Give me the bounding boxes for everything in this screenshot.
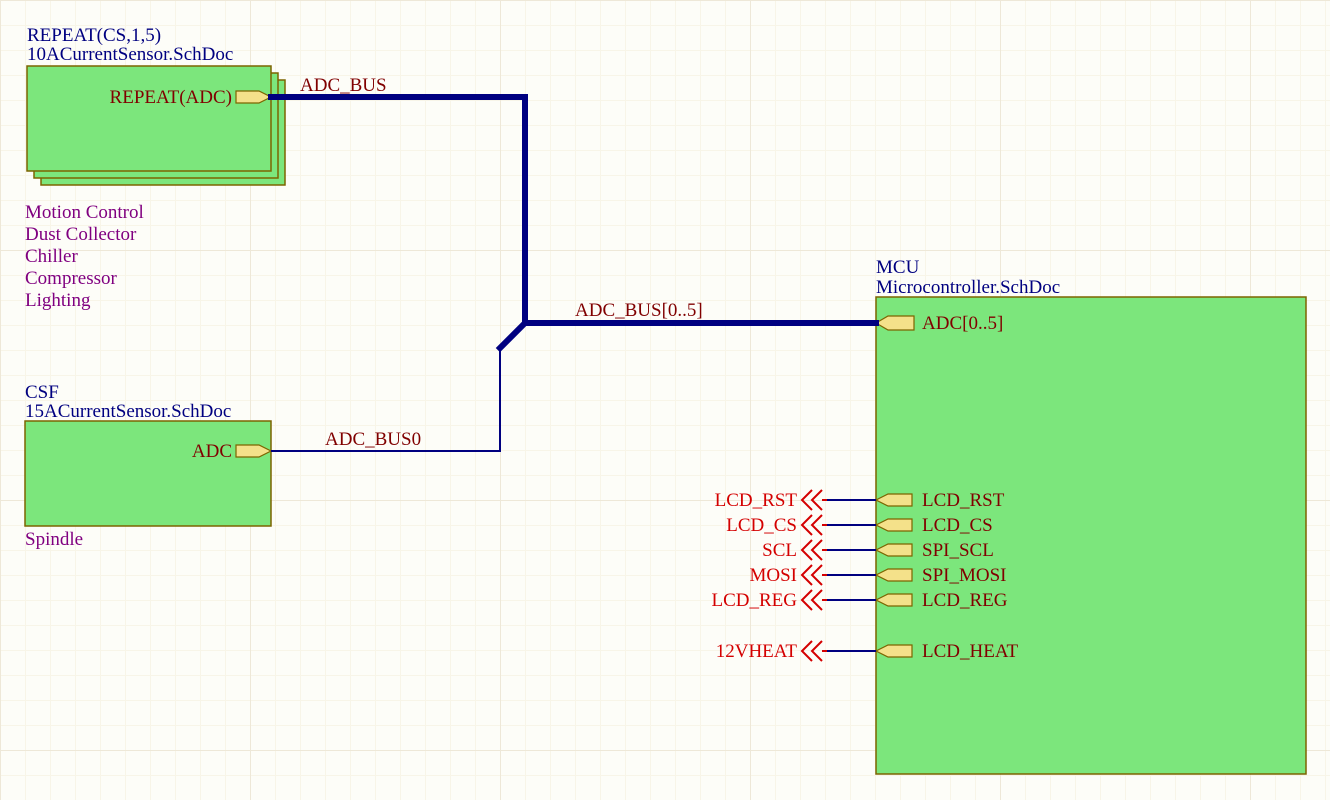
offsheet-heat[interactable]: 12VHEAT: [716, 641, 827, 662]
netlabel-adc-bus0: ADC_BUS0: [325, 429, 421, 450]
bus-adc-bus[interactable]: [271, 97, 525, 323]
svg-text:LCD_HEAT: LCD_HEAT: [922, 641, 1018, 662]
svg-text:Lighting: Lighting: [25, 290, 91, 311]
sheet-csf-note: Spindle: [25, 529, 83, 550]
sheet-cs-notes: Motion Control Dust Collector Chiller Co…: [25, 202, 144, 311]
netlabel-adc-bus-range: ADC_BUS[0..5]: [575, 300, 703, 321]
schematic-svg: REPEAT(CS,1,5) 10ACurrentSensor.SchDoc R…: [0, 0, 1330, 800]
svg-text:ADC: ADC: [192, 441, 232, 462]
svg-text:LCD_CS: LCD_CS: [726, 515, 797, 536]
sheet-cs-designator: REPEAT(CS,1,5): [27, 25, 161, 46]
svg-text:Chiller: Chiller: [25, 246, 78, 267]
sheet-mcu-designator: MCU: [876, 257, 920, 278]
sheet-csf-designator: CSF: [25, 382, 59, 403]
svg-text:Dust Collector: Dust Collector: [25, 224, 137, 245]
svg-text:SPI_MOSI: SPI_MOSI: [922, 565, 1006, 586]
svg-text:ADC[0..5]: ADC[0..5]: [922, 313, 1003, 334]
svg-text:Compressor: Compressor: [25, 268, 118, 289]
netlabel-adc-bus: ADC_BUS: [300, 75, 387, 96]
svg-text:MOSI: MOSI: [749, 565, 797, 586]
offsheet-lcd-reg[interactable]: LCD_REG: [712, 590, 828, 611]
sheet-cs[interactable]: REPEAT(CS,1,5) 10ACurrentSensor.SchDoc R…: [27, 25, 285, 185]
sheet-cs-filename: 10ACurrentSensor.SchDoc: [27, 44, 233, 65]
svg-text:SPI_SCL: SPI_SCL: [922, 540, 994, 561]
svg-text:LCD_RST: LCD_RST: [715, 490, 798, 511]
svg-text:12VHEAT: 12VHEAT: [716, 641, 798, 662]
offsheet-scl[interactable]: SCL: [762, 540, 827, 561]
svg-text:SCL: SCL: [762, 540, 797, 561]
sheet-mcu[interactable]: MCU Microcontroller.SchDoc ADC[0..5] LCD…: [876, 257, 1306, 774]
sheet-csf[interactable]: CSF 15ACurrentSensor.SchDoc ADC: [25, 382, 271, 526]
schematic-canvas[interactable]: REPEAT(CS,1,5) 10ACurrentSensor.SchDoc R…: [0, 0, 1330, 800]
bus-entry-adc-bus0[interactable]: [500, 323, 525, 348]
sheet-mcu-filename: Microcontroller.SchDoc: [876, 277, 1060, 298]
sheet-csf-filename: 15ACurrentSensor.SchDoc: [25, 401, 231, 422]
offsheet-mosi[interactable]: MOSI: [749, 565, 827, 586]
svg-text:LCD_REG: LCD_REG: [712, 590, 798, 611]
svg-text:LCD_CS: LCD_CS: [922, 515, 993, 536]
svg-text:REPEAT(ADC): REPEAT(ADC): [110, 87, 232, 108]
svg-text:Motion Control: Motion Control: [25, 202, 144, 223]
svg-text:LCD_REG: LCD_REG: [922, 590, 1008, 611]
offsheet-lcd-rst[interactable]: LCD_RST: [715, 490, 827, 511]
offsheet-lcd-cs[interactable]: LCD_CS: [726, 515, 827, 536]
svg-text:LCD_RST: LCD_RST: [922, 490, 1005, 511]
